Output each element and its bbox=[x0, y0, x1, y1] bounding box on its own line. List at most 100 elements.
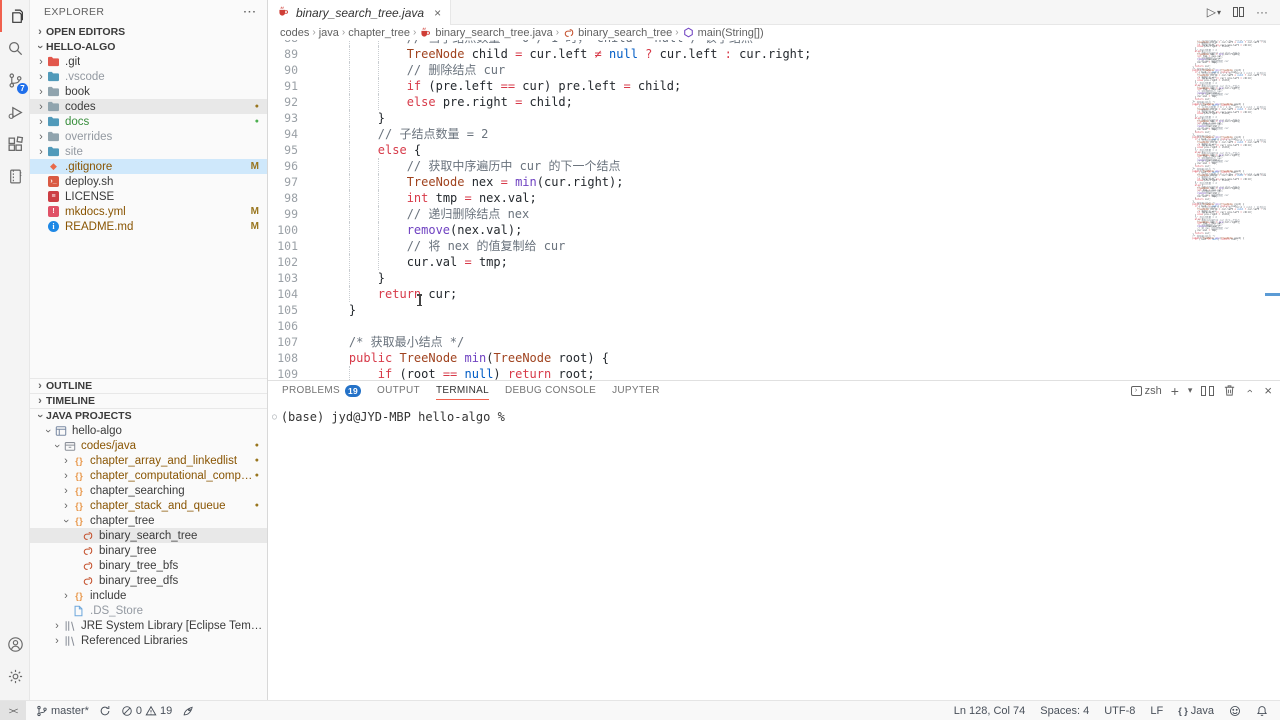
activitybar-explorer-icon[interactable] bbox=[0, 0, 30, 32]
panel-tab-debug-console[interactable]: DEBUG CONSOLE bbox=[505, 381, 596, 400]
run-button[interactable]: ▷▾ bbox=[1207, 5, 1221, 19]
java-project-item-chapter-stack-and-queue[interactable]: ›{ }chapter_stack_and_queue● bbox=[30, 498, 267, 513]
line-number: 108 bbox=[268, 350, 298, 366]
open-editors-section[interactable]: › OPEN EDITORS bbox=[30, 24, 267, 39]
terminal[interactable]: ○ (base) jyd@JYD-MBP hello-algo % bbox=[268, 400, 1280, 424]
terminal-profile-button[interactable]: ›zsh bbox=[1131, 385, 1162, 397]
activitybar-account-icon[interactable] bbox=[0, 628, 30, 660]
chevron-right-icon: › bbox=[61, 485, 71, 497]
package-root-icon bbox=[62, 439, 77, 452]
explorer-item-readme-md[interactable]: iREADME.mdM bbox=[30, 219, 267, 234]
new-terminal-button[interactable]: + bbox=[1171, 383, 1179, 399]
git-change-dot: ● bbox=[255, 457, 259, 464]
panel-tab-terminal[interactable]: TERMINAL bbox=[436, 381, 489, 400]
activitybar-search-icon[interactable] bbox=[0, 32, 30, 64]
kill-terminal-icon[interactable] bbox=[1223, 384, 1236, 397]
outline-label: OUTLINE bbox=[46, 380, 92, 392]
activitybar-source-control-icon[interactable]: 7 bbox=[0, 64, 30, 96]
folder-blue-icon bbox=[46, 70, 61, 83]
chevron-right-icon: › bbox=[36, 101, 46, 113]
breadcrumb-chapter-tree[interactable]: chapter_tree bbox=[348, 27, 410, 39]
maximize-panel-icon[interactable]: › bbox=[1245, 385, 1255, 397]
java-status-rocket[interactable] bbox=[182, 705, 194, 717]
java-project-item-hello-algo[interactable]: ›hello-algo bbox=[30, 423, 267, 438]
indentation[interactable]: Spaces: 4 bbox=[1040, 705, 1089, 717]
java-project-item-chapter-computational-complexity[interactable]: ›{ }chapter_computational_complexity● bbox=[30, 468, 267, 483]
java-projects-section[interactable]: › JAVA PROJECTS bbox=[30, 408, 267, 423]
java-project-item--ds-store[interactable]: .DS_Store bbox=[30, 603, 267, 618]
split-terminal-button[interactable] bbox=[1201, 386, 1214, 396]
encoding[interactable]: UTF-8 bbox=[1104, 705, 1135, 717]
explorer-item-deploy-sh[interactable]: ›_deploy.sh bbox=[30, 174, 267, 189]
eol-sequence[interactable]: LF bbox=[1150, 705, 1163, 717]
java-project-item-include[interactable]: ›{ }include bbox=[30, 588, 267, 603]
code-editor[interactable]: 88// 当子结点数量 = 0 / 1 时， child = null / 该子… bbox=[268, 40, 1280, 380]
minimap[interactable]: // 当子结点数量 = 0 / 1 时， child = null / 该子结点… bbox=[1190, 40, 1266, 270]
more-actions-icon[interactable]: ··· bbox=[244, 6, 258, 18]
breadcrumb-main-string-[interactable]: main(String[]) bbox=[682, 27, 764, 39]
outline-section[interactable]: › OUTLINE bbox=[30, 378, 267, 393]
code-line-99: 99// 递归删除结点 nex bbox=[268, 206, 1190, 222]
panel-tab-jupyter[interactable]: JUPYTER bbox=[612, 381, 660, 400]
braces-icon: { } bbox=[71, 484, 86, 497]
feedback-smiley-icon[interactable] bbox=[1229, 705, 1241, 717]
line-number: 98 bbox=[268, 190, 298, 206]
breadcrumb-codes[interactable]: codes bbox=[280, 27, 309, 39]
editor-more-actions-icon[interactable]: ··· bbox=[1256, 5, 1268, 19]
library-icon bbox=[62, 634, 77, 647]
close-panel-icon[interactable]: × bbox=[1264, 383, 1272, 398]
explorer-item-book[interactable]: ›book bbox=[30, 84, 267, 99]
breadcrumb-java[interactable]: java bbox=[319, 27, 339, 39]
problems-status[interactable]: 0 19 bbox=[121, 705, 172, 717]
explorer-item--vscode[interactable]: ›.vscode bbox=[30, 69, 267, 84]
remote-indicator[interactable]: >< bbox=[0, 701, 26, 720]
java-project-item-binary-tree[interactable]: binary_tree bbox=[30, 543, 267, 558]
sync-button[interactable] bbox=[99, 705, 111, 717]
chevron-right-icon: › bbox=[61, 590, 71, 602]
timeline-section[interactable]: › TIMELINE bbox=[30, 393, 267, 408]
java-project-item-chapter-searching[interactable]: ›{ }chapter_searching bbox=[30, 483, 267, 498]
java-project-item-binary-tree-bfs[interactable]: binary_tree_bfs bbox=[30, 558, 267, 573]
explorer-item--git[interactable]: ›.git bbox=[30, 54, 267, 69]
java-project-item-chapter-array-and-linkedlist[interactable]: ›{ }chapter_array_and_linkedlist● bbox=[30, 453, 267, 468]
chevron-down-icon: › bbox=[42, 426, 54, 436]
git-branch-status[interactable]: master* bbox=[36, 705, 89, 717]
explorer-item-docs[interactable]: ›docs● bbox=[30, 114, 267, 129]
code-line-109: 109if (root == null) return root; bbox=[268, 366, 1190, 380]
panel-tabs: PROBLEMS19 OUTPUT TERMINAL DEBUG CONSOLE JUP… bbox=[282, 381, 676, 400]
split-editor-button[interactable] bbox=[1233, 7, 1244, 17]
panel-tab-problems[interactable]: PROBLEMS19 bbox=[282, 381, 361, 400]
project-root-section[interactable]: › HELLO-ALGO bbox=[30, 39, 267, 54]
activitybar-extensions-icon[interactable] bbox=[0, 128, 30, 160]
java-project-item-binary-tree-dfs[interactable]: binary_tree_dfs bbox=[30, 573, 267, 588]
explorer-item-license[interactable]: ≡LICENSE bbox=[30, 189, 267, 204]
java-project-item-codes-java[interactable]: ›codes/java● bbox=[30, 438, 267, 453]
java-project-item-referenced-libraries[interactable]: ›Referenced Libraries bbox=[30, 633, 267, 648]
explorer-item-mkdocs-yml[interactable]: !mkdocs.ymlM bbox=[30, 204, 267, 219]
terminal-dropdown-icon[interactable]: ▾ bbox=[1188, 385, 1193, 396]
java-project-item-chapter-tree[interactable]: ›{ }chapter_tree bbox=[30, 513, 267, 528]
explorer-item-codes[interactable]: ›codes● bbox=[30, 99, 267, 114]
overview-ruler[interactable] bbox=[1266, 40, 1280, 380]
notifications-bell-icon[interactable] bbox=[1256, 705, 1268, 717]
line-number: 100 bbox=[268, 222, 298, 238]
close-tab-icon[interactable]: × bbox=[434, 6, 441, 20]
terminal-prompt: (base) jyd@JYD-MBP hello-algo % bbox=[281, 410, 505, 424]
java-project-item-binary-search-tree[interactable]: binary_search_tree bbox=[30, 528, 267, 543]
line-number: 95 bbox=[268, 142, 298, 158]
item-label: .DS_Store bbox=[90, 605, 143, 617]
tab-binary-search-tree[interactable]: binary_search_tree.java × bbox=[268, 0, 451, 25]
java-project-item-jre-system-library-eclipse-temurin-17-17-[interactable]: ›JRE System Library [Eclipse Temurin 17 … bbox=[30, 618, 267, 633]
breadcrumb-binary-search-tree-java[interactable]: binary_search_tree.java bbox=[419, 26, 552, 39]
breadcrumb-binary-search-tree[interactable]: binary_search_tree bbox=[562, 27, 672, 39]
activitybar-settings-icon[interactable] bbox=[0, 660, 30, 692]
activitybar-run-debug-icon[interactable] bbox=[0, 96, 30, 128]
language-mode[interactable]: { } Java bbox=[1178, 705, 1214, 717]
explorer-item-site[interactable]: ›site bbox=[30, 144, 267, 159]
cursor-position[interactable]: Ln 128, Col 74 bbox=[954, 705, 1026, 717]
explorer-item-overrides[interactable]: ›overrides bbox=[30, 129, 267, 144]
panel-tab-output[interactable]: OUTPUT bbox=[377, 381, 420, 400]
git-change-dot: ● bbox=[255, 472, 259, 479]
explorer-item--gitignore[interactable]: ◆.gitignoreM bbox=[30, 159, 267, 174]
activitybar-notebook-icon[interactable] bbox=[0, 160, 30, 192]
